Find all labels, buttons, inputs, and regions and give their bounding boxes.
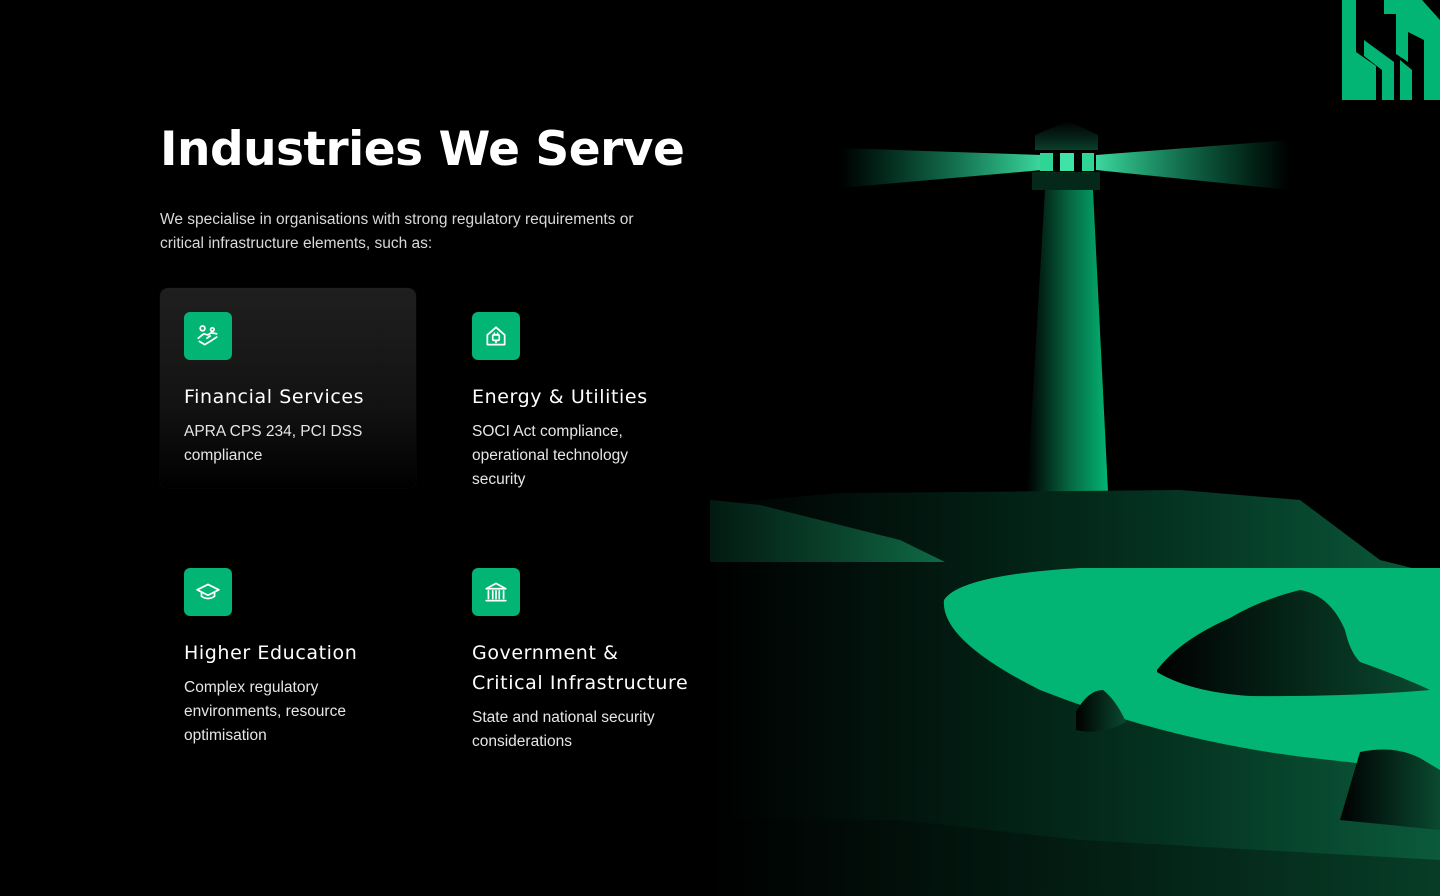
industry-title: Energy & Utilities: [472, 386, 648, 408]
industries-section: Industries We Serve We specialise in org…: [0, 0, 1440, 896]
industry-card-energy-utilities[interactable]: Energy & Utilities SOCI Act compliance, …: [448, 288, 704, 508]
industries-grid: Financial Services APRA CPS 234, PCI DSS…: [160, 288, 720, 808]
section-header: Industries We Serve We specialise in org…: [160, 120, 720, 256]
industry-card-government[interactable]: Government & Critical Infrastructure Sta…: [448, 544, 720, 764]
industry-description: SOCI Act compliance, operational technol…: [472, 423, 628, 488]
industry-description: State and national security consideratio…: [472, 709, 655, 750]
industry-card-higher-education[interactable]: Higher Education Complex regulatory envi…: [160, 544, 416, 744]
industry-description: Complex regulatory environments, resourc…: [184, 679, 346, 744]
industry-card-financial-services[interactable]: Financial Services APRA CPS 234, PCI DSS…: [160, 288, 416, 488]
section-subtitle: We specialise in organisations with stro…: [160, 211, 634, 252]
industry-description: APRA CPS 234, PCI DSS compliance: [184, 423, 363, 464]
bank-building-icon: [472, 568, 520, 616]
handshake-icon: [184, 312, 232, 360]
industry-title: Higher Education: [184, 642, 358, 664]
industry-title: Financial Services: [184, 386, 365, 408]
page-title: Industries We Serve: [160, 122, 685, 177]
graduation-cap-icon: [184, 568, 232, 616]
brand-logo: [1342, 0, 1440, 100]
industry-title: Government & Critical Infrastructure: [472, 642, 689, 694]
house-plug-icon: [472, 312, 520, 360]
